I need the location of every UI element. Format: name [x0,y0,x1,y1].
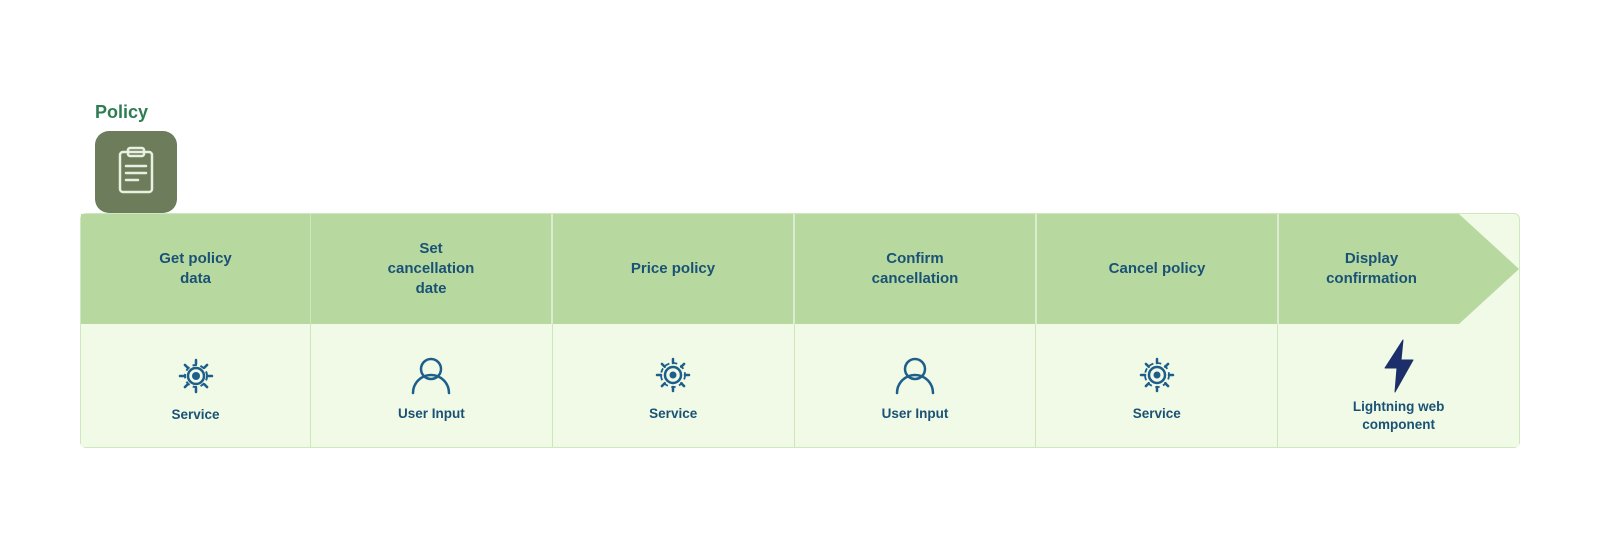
step-0-banner: Get policydata [81,214,310,324]
service-icon-2 [647,349,699,401]
service-icon-0 [170,350,222,402]
step-5-label-cell: Displayconfirmation [1279,214,1519,324]
icons-row: User Input Service [311,324,1519,447]
step-5-icon-label: Lightning webcomponent [1353,398,1444,433]
step-5-icon-cell: Lightning webcomponent [1278,324,1519,447]
steps-banner-wrapper: Setcancellationdate Price policy Confirm… [311,214,1519,324]
step-3-icon-label: User Input [882,405,949,423]
service-icon-4 [1131,349,1183,401]
step-4-icon-label: Service [1133,405,1181,423]
policy-icon-box [95,131,177,213]
diagram-frame: Get policydata Service [80,213,1520,448]
step-1-icon-label: User Input [398,405,465,423]
step-1-icon-cell: User Input [311,324,553,447]
step-3-label: Confirmcancellation [872,249,959,290]
step-3-label-cell: Confirmcancellation [795,214,1037,324]
policy-column: Policy [80,102,310,213]
step-3-icon-cell: User Input [795,324,1037,447]
step-5-label: Displayconfirmation [1326,249,1472,290]
step-4-label: Cancel policy [1109,259,1206,279]
step-2-label: Price policy [631,259,715,279]
diagram-container: Policy [40,82,1560,468]
step-0-icon-cell: Service [81,324,310,447]
step-0-label: Get policydata [159,249,232,290]
step-1-label: Setcancellationdate [388,239,475,300]
user-input-icon-3 [889,349,941,401]
right-section: Setcancellationdate Price policy Confirm… [311,214,1519,447]
policy-label: Policy [95,102,148,123]
steps-banner: Setcancellationdate Price policy Confirm… [311,214,1519,324]
step-2-label-cell: Price policy [553,214,795,324]
step-4-icon-cell: Service [1036,324,1278,447]
left-col: Get policydata Service [81,214,311,447]
step-2-icon-cell: Service [553,324,795,447]
step-2-icon-label: Service [649,405,697,423]
step-4-label-cell: Cancel policy [1037,214,1279,324]
user-input-icon-1 [405,349,457,401]
policy-icon [110,146,162,198]
lightning-icon [1377,338,1421,394]
step-0-icon-label: Service [171,406,219,424]
step-1-label-cell: Setcancellationdate [311,214,553,324]
